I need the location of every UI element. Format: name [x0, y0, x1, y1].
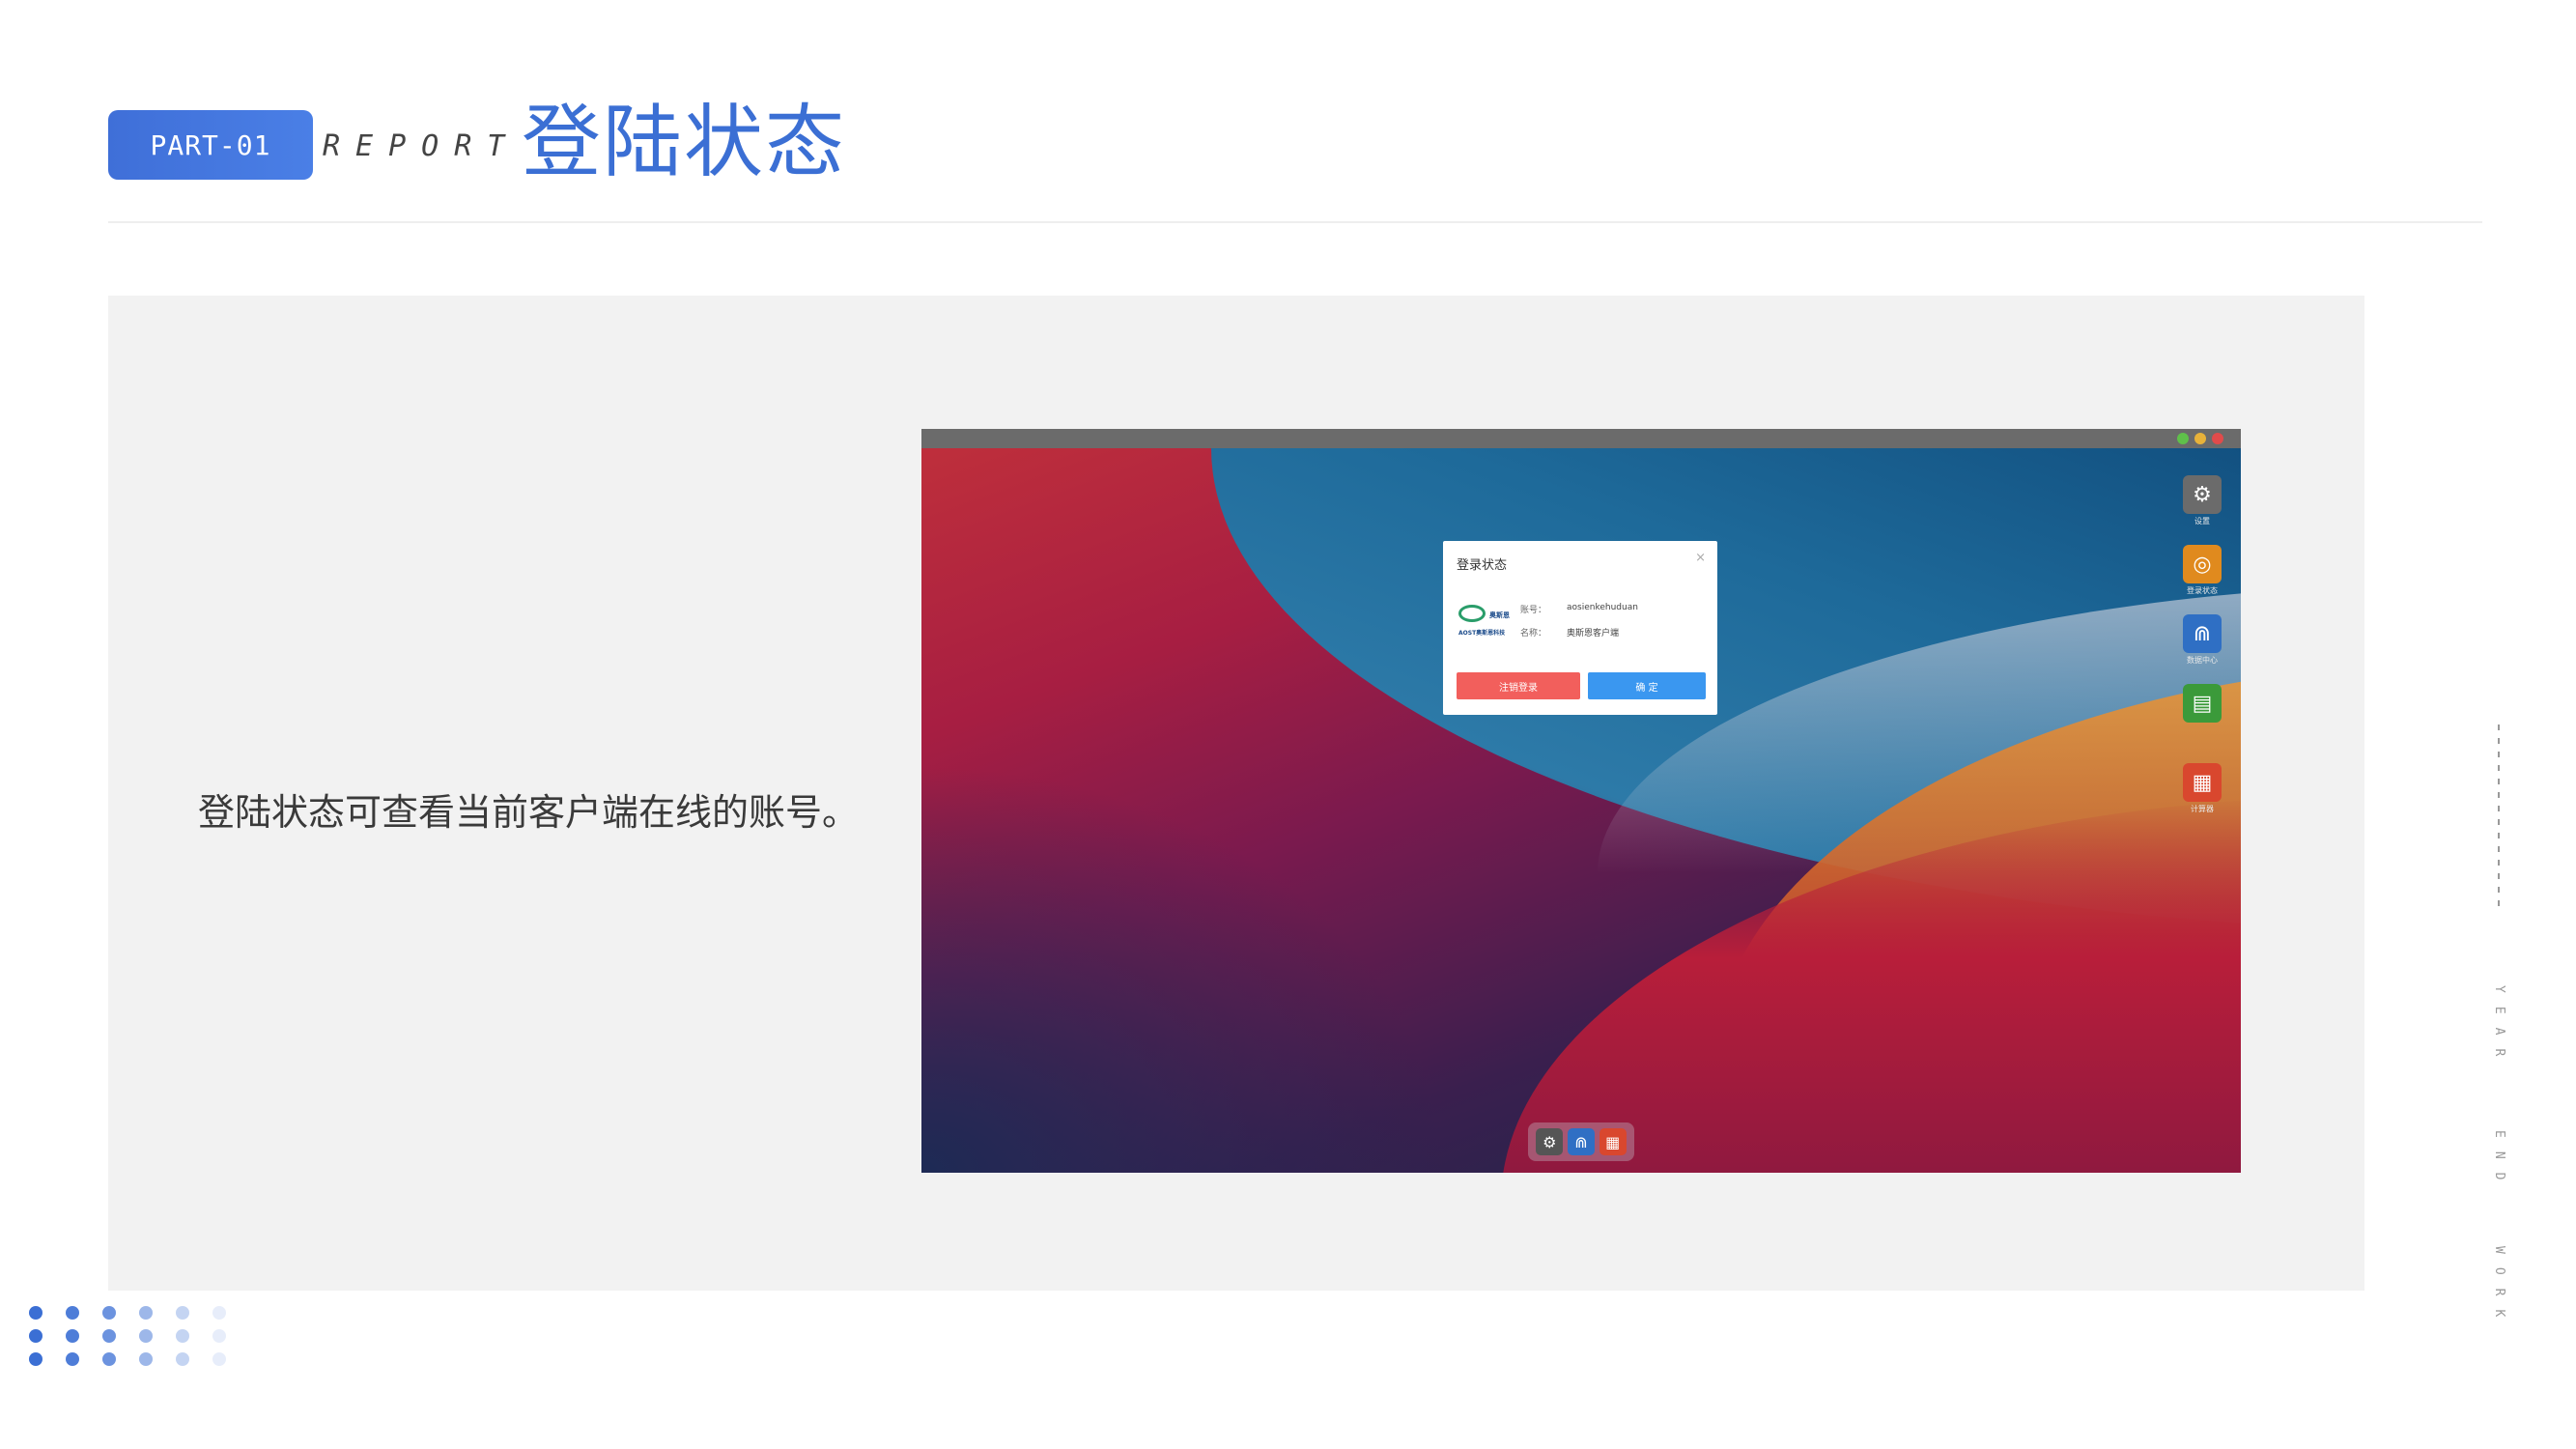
- settings-icon[interactable]: ⚙: [2183, 475, 2222, 514]
- decorative-dot: [66, 1352, 79, 1366]
- side-label-data-center: 数据中心: [2187, 656, 2218, 665]
- header-divider: [108, 221, 2482, 223]
- decorative-dot: [139, 1306, 153, 1320]
- app-screenshot: ⚙ 设置 ◎ 登录状态 ⋒ 数据中心 ▤ ▦ 计算器 登录状态 × 奥斯恩 AO…: [921, 429, 2241, 1173]
- close-icon[interactable]: ×: [1695, 551, 1706, 565]
- login-status-dialog: 登录状态 × 奥斯恩 AOST奥斯恩科技 账号： aosienkehuduan …: [1443, 541, 1717, 715]
- close-dot-icon[interactable]: [2212, 433, 2223, 444]
- dialog-title: 登录状态: [1457, 558, 1508, 573]
- dock-data-center-icon[interactable]: ⋒: [1567, 1128, 1595, 1155]
- name-value: 奥斯恩客户端: [1567, 629, 1620, 639]
- side-text-year: YEAR: [2492, 985, 2506, 1070]
- dock-settings-icon[interactable]: ⚙: [1536, 1128, 1564, 1155]
- records-icon[interactable]: ▤: [2183, 684, 2222, 723]
- company-logo-icon: [1458, 605, 1486, 622]
- decorative-dot: [102, 1352, 116, 1366]
- decorative-dot: [102, 1306, 116, 1320]
- part-badge: PART-01: [108, 110, 313, 180]
- decorative-dot: [176, 1352, 189, 1366]
- decorative-dot: [212, 1329, 226, 1343]
- side-text-work: WORK: [2492, 1246, 2506, 1331]
- minimize-dot-icon[interactable]: [2194, 433, 2206, 444]
- ok-button[interactable]: 确 定: [1588, 672, 1706, 699]
- decorative-dot: [29, 1306, 42, 1320]
- side-label-settings: 设置: [2194, 517, 2210, 526]
- dock-calculator-icon[interactable]: ▦: [1599, 1128, 1627, 1155]
- decorative-dot: [176, 1329, 189, 1343]
- description-text: 登陆状态可查看当前客户端在线的账号。: [198, 791, 860, 834]
- side-label-calculator: 计算器: [2191, 805, 2214, 813]
- decorative-dot: [139, 1329, 153, 1343]
- window-topbar: [921, 429, 2241, 448]
- decorative-dot: [212, 1352, 226, 1366]
- calculator-icon[interactable]: ▦: [2183, 763, 2222, 802]
- decorative-dot: [66, 1329, 79, 1343]
- side-label-login-status: 登录状态: [2187, 586, 2218, 595]
- data-center-icon[interactable]: ⋒: [2183, 614, 2222, 653]
- maximize-dot-icon[interactable]: [2177, 433, 2189, 444]
- decorative-dots: [29, 1306, 241, 1374]
- logo-subtext: AOST奥斯恩科技: [1458, 630, 1506, 637]
- logo-text: 奥斯恩: [1489, 611, 1510, 619]
- decorative-dot: [29, 1352, 42, 1366]
- decorative-dot: [176, 1306, 189, 1320]
- decorative-dot: [212, 1306, 226, 1320]
- report-label: REPORT: [323, 129, 521, 163]
- decorative-dot: [66, 1306, 79, 1320]
- account-label: 账号：: [1520, 606, 1547, 615]
- login-status-icon[interactable]: ◎: [2183, 545, 2222, 583]
- decorative-dot: [29, 1329, 42, 1343]
- decorative-dot: [102, 1329, 116, 1343]
- decorative-dot: [139, 1352, 153, 1366]
- logout-button[interactable]: 注销登录: [1457, 672, 1580, 699]
- side-dashed-line: [2498, 724, 2500, 908]
- page-title: 登陆状态: [522, 97, 847, 188]
- name-label: 名称：: [1520, 629, 1547, 639]
- dock: ⚙ ⋒ ▦: [1528, 1122, 1634, 1161]
- side-text-end: END: [2492, 1130, 2506, 1194]
- account-value: aosienkehuduan: [1567, 603, 1638, 612]
